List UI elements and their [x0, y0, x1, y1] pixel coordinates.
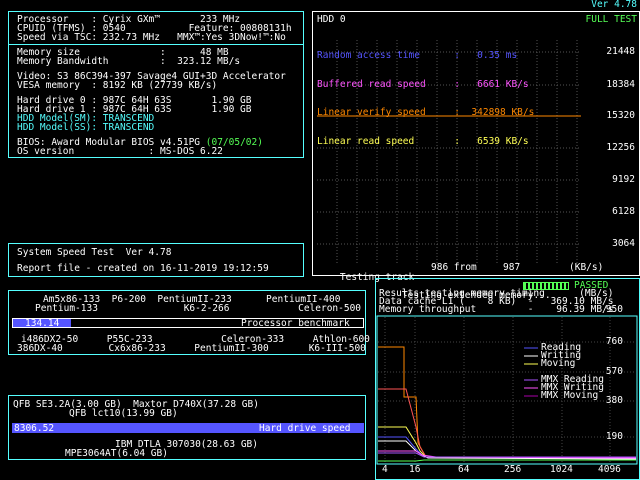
hdd-y-tick: 12256 — [606, 142, 635, 153]
report-file-line: Report file - created on 16-11-2019 19:1… — [17, 263, 269, 274]
memory-y-tick: 380 — [605, 395, 623, 406]
memory-x-tick: 256 — [504, 464, 522, 475]
memory-test-panel: Testing extended memory... PASSED Result… — [375, 278, 640, 480]
mmx-reading-curve — [378, 452, 636, 458]
hd-bench-label: Hard drive speed — [259, 423, 351, 434]
memory-x-tick: 4096 — [598, 464, 621, 475]
track-current: 986 from — [431, 262, 477, 273]
os-line: OS version : MS-DOS 6.22 — [17, 146, 223, 157]
hd-benchmark-panel: QFB SE3.2A(3.00 GB) Maxtor D740X(37.28 G… — [8, 395, 366, 460]
speed-test-title: System Speed Test Ver 4.78 — [17, 247, 172, 258]
memory-x-tick: 16 — [409, 464, 421, 475]
reading-curve — [378, 436, 637, 459]
hdd-y-tick: 21448 — [606, 46, 635, 57]
hd-ref-top2: QFB lct10(13.99 GB) — [69, 408, 178, 419]
memory-y-tick: 570 — [605, 366, 623, 377]
hdd-panel: HDD 0 FULL TEST Random access time : 0.3… — [312, 11, 640, 282]
memory-x-tick: 4 — [382, 464, 388, 475]
hdd-y-tick: 6128 — [612, 206, 635, 217]
memory-x-tick: 1024 — [550, 464, 573, 475]
memory-bandwidth-line: Memory Bandwidth : 323.12 MB/s — [17, 56, 241, 67]
hdd-y-tick: 9192 — [612, 174, 635, 185]
cpu-ref-top2: Pentium-133 K6-2-266 Celeron-500 — [35, 303, 362, 314]
hdd-label: HDD 0 — [317, 14, 346, 25]
cpu-ref-bot2: 386DX-40 Cx6x86-233 PentiumII-300 K6-III… — [17, 343, 366, 354]
hd-ref-bot2: MPE3064AT(6.04 GB) — [65, 448, 168, 459]
cpu-benchmark-panel: Am5x86-133 P6-200 PentiumII-233 PentiumI… — [8, 290, 370, 355]
speed-test-panel: System Speed Test Ver 4.78 Report file -… — [8, 243, 304, 277]
memory-y-tick: 190 — [605, 431, 623, 442]
hdd-model-ss-line: HDD Model(SS): TRANSCEND — [17, 122, 155, 133]
memory-y-tick: 760 — [605, 336, 623, 347]
cpu-bench-label: Processor benchmark — [241, 318, 350, 329]
hdd-y-tick: 18384 — [606, 79, 635, 90]
buffered-read-speed: Buffered read speed : 6661 KB/s — [317, 78, 529, 90]
version-label: Ver 4.78 — [591, 0, 637, 10]
memory-x-tick: 64 — [458, 464, 470, 475]
track-total: 987 — [503, 262, 521, 273]
hdd-status: FULL TEST — [585, 14, 637, 25]
hdd-unit: (KB/s) — [569, 262, 604, 273]
tsc-line: Speed via TSC: 232.73 MHz MMX™:Yes 3DNow… — [17, 32, 286, 43]
hdd-y-tick: 15320 — [606, 110, 635, 121]
random-access-time: Random access time : 0.35 ms — [317, 50, 518, 61]
hdd-y-tick: 3064 — [612, 238, 635, 249]
hdd-stats: Random access time : 0.35 ms Buffered re… — [317, 32, 534, 165]
linear-verify-speed: Linear verify speed : 342898 KB/s — [317, 107, 535, 118]
hd-bench-value: 8306.52 — [14, 423, 55, 434]
system-info-panel: Processor : Cyrix GXm™ 233 MHz CPUID (TF… — [8, 11, 304, 158]
divider — [9, 44, 303, 45]
vesa-line: VESA memory : 8192 KB (27739 KB/s) — [17, 80, 218, 91]
green-curve — [378, 459, 636, 462]
orange-curve — [378, 346, 637, 459]
linear-read-speed: Linear read speed : 6539 KB/s — [317, 135, 529, 147]
legend-label: Moving — [541, 358, 576, 369]
legend-label: MMX Moving — [541, 390, 599, 401]
cpu-bench-value: 134.14 — [25, 318, 60, 329]
